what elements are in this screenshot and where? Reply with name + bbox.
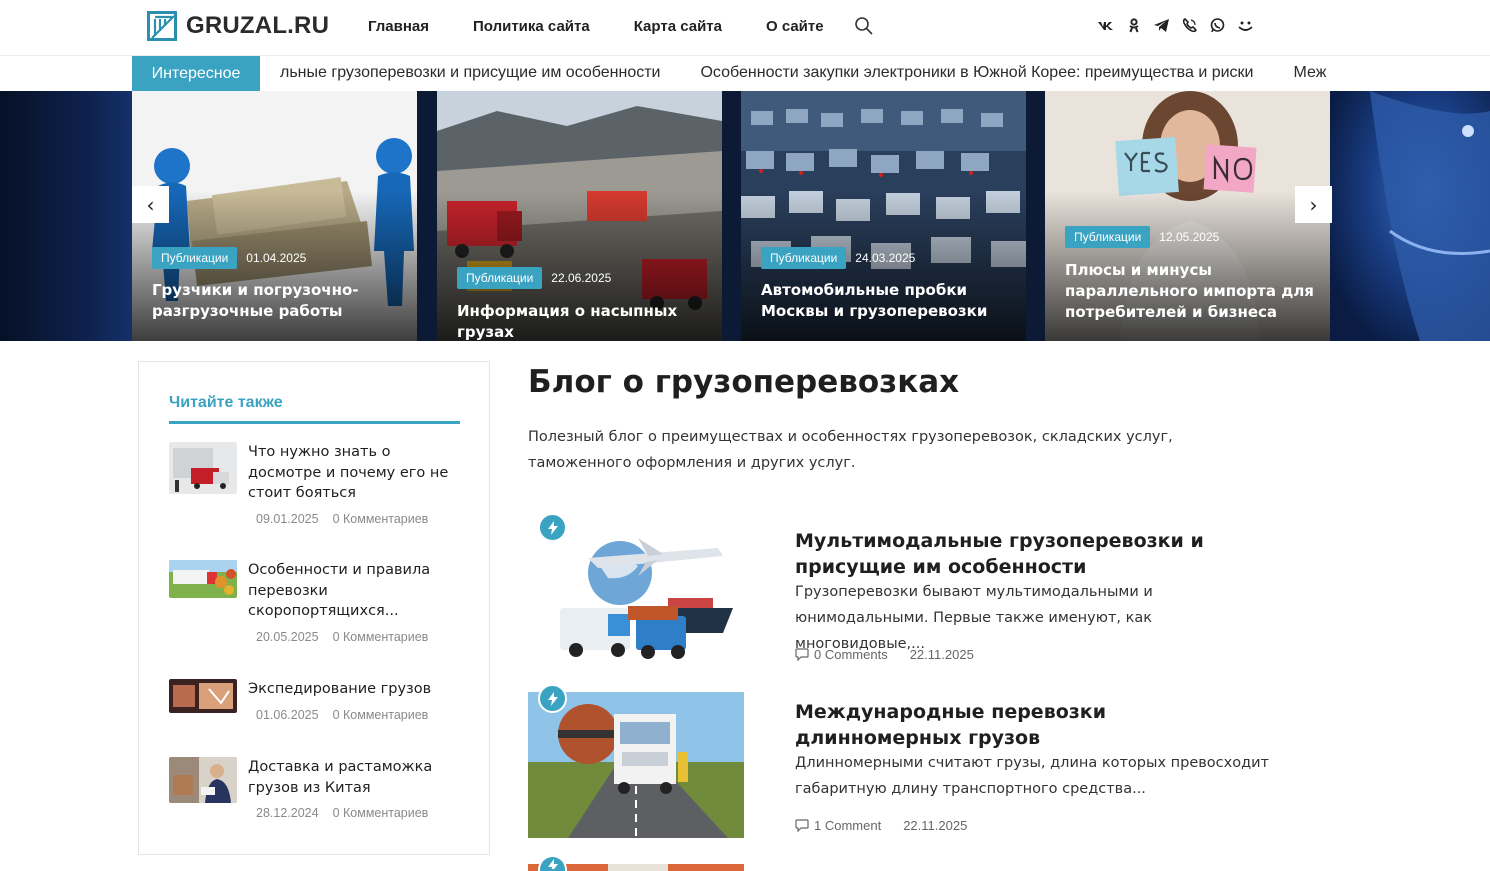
post-excerpt: Грузоперевозки бывают мультимодальными и… bbox=[795, 584, 1153, 652]
page-description: Полезный блог о преимуществах и особенно… bbox=[528, 429, 1173, 471]
sidebar-thumb bbox=[169, 679, 237, 713]
no-sign-text bbox=[1213, 155, 1253, 183]
lightning-icon bbox=[538, 855, 567, 871]
logo-mark-icon bbox=[147, 11, 177, 41]
slide-date: 22.06.2025 bbox=[551, 271, 612, 285]
post-excerpt: Длинномерными считают грузы, длина котор… bbox=[795, 755, 1269, 797]
sidebar-item-comments[interactable]: 0 Комментариев bbox=[333, 630, 429, 644]
category-badge[interactable]: Публикации bbox=[152, 247, 238, 269]
sidebar-item-title[interactable]: Доставка и растаможка грузов из Китая bbox=[248, 757, 463, 798]
mail-ru-icon[interactable] bbox=[1237, 17, 1254, 34]
slide-card[interactable]: Публикации 22.06.2025 Информация о насып… bbox=[437, 91, 722, 341]
post-meta: 1 Comment 22.11.2025 bbox=[795, 818, 967, 833]
sidebar-thumb bbox=[169, 442, 237, 494]
post-image[interactable] bbox=[528, 692, 744, 838]
telegram-icon[interactable] bbox=[1153, 17, 1170, 34]
ticker-track: льные грузоперевозки и присущие им особе… bbox=[260, 56, 1335, 91]
main-nav: Главная Политика сайта Карта сайта О сай… bbox=[368, 18, 868, 35]
sidebar-title-underline bbox=[169, 421, 460, 424]
ticker-item[interactable]: льные грузоперевозки и присущие им особе… bbox=[280, 64, 660, 81]
nav-item-about[interactable]: О сайте bbox=[766, 18, 824, 35]
slide-date: 12.05.2025 bbox=[1159, 230, 1220, 244]
sidebar-item-comments[interactable]: 0 Комментариев bbox=[333, 806, 429, 820]
sidebar-item-meta: 20.05.2025 0 Комментариев bbox=[256, 630, 428, 644]
post-comments: 1 Comment bbox=[814, 818, 882, 833]
site-logo[interactable]: GRUZAL.RU bbox=[147, 11, 329, 41]
slide-card[interactable]: Публикации 12.05.2025 Плюсы и минусы пар… bbox=[1045, 91, 1330, 341]
search-icon[interactable] bbox=[854, 16, 874, 36]
slide-card[interactable]: Публикации 01.04.2025 Грузчики и погрузо… bbox=[132, 91, 417, 341]
slide-date: 24.03.2025 bbox=[855, 251, 916, 265]
post-meta: 0 Comments 22.11.2025 bbox=[795, 647, 974, 662]
sidebar-item-title[interactable]: Экспедирование грузов bbox=[248, 679, 463, 700]
slide-title[interactable]: Информация о насыпных грузах bbox=[457, 301, 707, 341]
whatsapp-icon[interactable] bbox=[1209, 17, 1226, 34]
site-header: GRUZAL.RU Главная Политика сайта Карта с… bbox=[0, 0, 1490, 56]
category-badge[interactable]: Публикации bbox=[761, 247, 847, 269]
slide-edge-left bbox=[0, 91, 132, 341]
sidebar-item-meta: 01.06.2025 0 Комментариев bbox=[256, 708, 428, 722]
vk-icon[interactable] bbox=[1097, 17, 1114, 34]
nav-item-home[interactable]: Главная bbox=[368, 18, 429, 35]
social-links bbox=[1097, 17, 1254, 34]
slide-title[interactable]: Автомобильные пробки Москвы и грузоперев… bbox=[761, 280, 1011, 322]
slide-date: 01.04.2025 bbox=[246, 251, 307, 265]
yes-sign-text bbox=[1124, 151, 1168, 173]
category-badge[interactable]: Публикации bbox=[457, 267, 543, 289]
comment-icon bbox=[795, 648, 809, 661]
slide-title[interactable]: Плюсы и минусы параллельного импорта для… bbox=[1065, 260, 1315, 323]
logo-text: GRUZAL.RU bbox=[186, 12, 330, 39]
sidebar-thumb bbox=[169, 757, 237, 803]
ticker-item[interactable]: Особенности закупки электроники в Южной … bbox=[700, 64, 1253, 81]
slide-meta: Публикации 22.06.2025 bbox=[457, 267, 611, 289]
sidebar-item-date: 28.12.2024 bbox=[256, 806, 319, 820]
sidebar-item-comments[interactable]: 0 Комментариев bbox=[333, 512, 429, 526]
post-title[interactable]: Мультимодальные грузоперевозки и присущи… bbox=[795, 528, 1275, 580]
lightning-icon bbox=[538, 513, 567, 542]
ticker-items: льные грузоперевозки и присущие им особе… bbox=[280, 64, 1335, 82]
post-image[interactable] bbox=[528, 518, 744, 664]
sidebar-item-date: 01.06.2025 bbox=[256, 708, 319, 722]
sidebar-thumb bbox=[169, 560, 237, 598]
ticker-label: Интересное bbox=[132, 56, 260, 91]
slide-meta: Публикации 12.05.2025 bbox=[1065, 226, 1219, 248]
sidebar-item-meta: 28.12.2024 0 Комментариев bbox=[256, 806, 428, 820]
news-ticker: Интересное льные грузоперевозки и присущ… bbox=[0, 56, 1490, 91]
sidebar-item-meta: 09.01.2025 0 Комментариев bbox=[256, 512, 428, 526]
slider-next-button[interactable]: › bbox=[1295, 186, 1332, 223]
slide-card[interactable]: Публикации 24.03.2025 Автомобильные проб… bbox=[741, 91, 1026, 341]
post-date: 22.11.2025 bbox=[903, 818, 968, 833]
sidebar-item-comments[interactable]: 0 Комментариев bbox=[333, 708, 429, 722]
page-title: Блог о грузоперевозках bbox=[528, 364, 960, 400]
post-comments: 0 Comments bbox=[814, 647, 888, 662]
ticker-item[interactable]: Меж bbox=[1293, 64, 1326, 81]
category-badge[interactable]: Публикации bbox=[1065, 226, 1151, 248]
sidebar-item-date: 09.01.2025 bbox=[256, 512, 319, 526]
slide-edge-image bbox=[1370, 91, 1490, 341]
nav-item-sitemap[interactable]: Карта сайта bbox=[634, 18, 722, 35]
post-date: 22.11.2025 bbox=[909, 647, 974, 662]
ok-icon[interactable] bbox=[1125, 17, 1142, 34]
featured-slider: Публикации 01.04.2025 Грузчики и погрузо… bbox=[0, 91, 1490, 341]
slide-meta: Публикации 01.04.2025 bbox=[152, 247, 306, 269]
post-comments-link[interactable]: 1 Comment bbox=[795, 818, 881, 833]
sidebar-item-title[interactable]: Что нужно знать о досмотре и почему его … bbox=[248, 442, 463, 504]
slider-prev-button[interactable]: ‹ bbox=[132, 186, 169, 223]
sidebar-item-title[interactable]: Особенности и правила перевозки скоропор… bbox=[248, 560, 463, 622]
slide-title[interactable]: Грузчики и погрузочно-разгрузочные работ… bbox=[152, 280, 402, 322]
slide-meta: Публикации 24.03.2025 bbox=[761, 247, 915, 269]
sidebar-item-date: 20.05.2025 bbox=[256, 630, 319, 644]
lightning-icon bbox=[538, 684, 567, 713]
sidebar-title: Читайте также bbox=[169, 394, 283, 411]
sidebar-widget: Читайте также Что нужно знать о досмотре… bbox=[138, 361, 490, 855]
slide-edge-right bbox=[1330, 91, 1490, 341]
post-title[interactable]: Международные перевозки длинномерных гру… bbox=[795, 699, 1275, 751]
nav-item-policy[interactable]: Политика сайта bbox=[473, 18, 590, 35]
comment-icon bbox=[795, 819, 809, 832]
post-comments-link[interactable]: 0 Comments bbox=[795, 647, 888, 662]
viber-icon[interactable] bbox=[1181, 17, 1198, 34]
